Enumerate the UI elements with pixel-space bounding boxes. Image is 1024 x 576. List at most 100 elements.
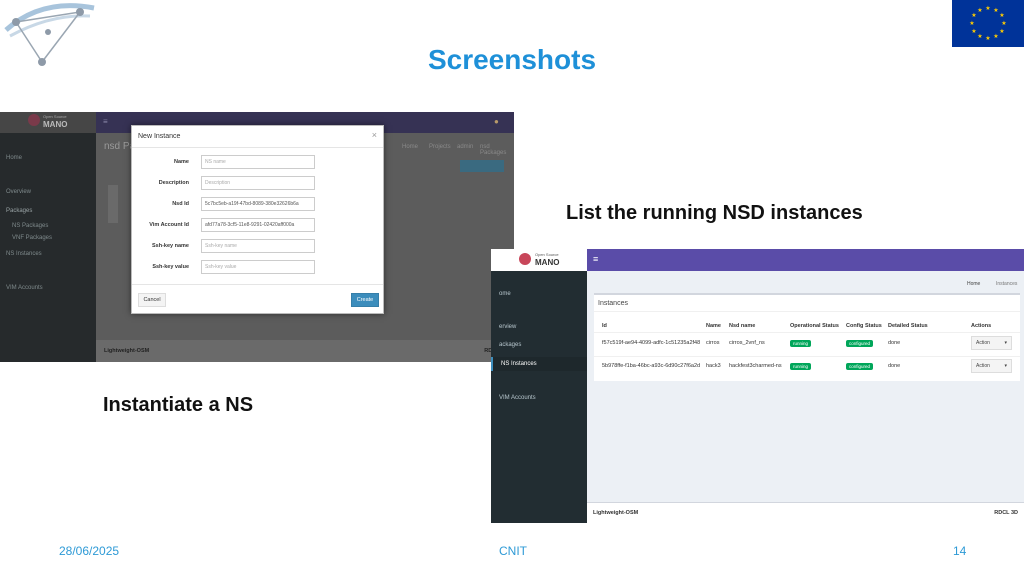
- brand-name: MANO: [535, 258, 560, 267]
- menu-toggle-icon[interactable]: ≡: [103, 117, 108, 126]
- form-row-nsd-id: Nsd Id: [132, 197, 383, 213]
- footer-label: Lightweight-OSM: [593, 510, 639, 516]
- sidebar-item-vim-accounts[interactable]: VIM Accounts: [6, 285, 43, 291]
- nsd-name: cirros_2vnf_ns: [729, 340, 765, 346]
- operational-status-badge: running: [790, 363, 812, 370]
- slide-title: Screenshots: [427, 44, 597, 75]
- breadcrumb-projects[interactable]: Projects: [429, 144, 451, 150]
- sidebar-item-ns-packages[interactable]: NS Packages: [12, 223, 48, 229]
- svg-text:★: ★: [999, 28, 1004, 35]
- box-title: Instances: [598, 300, 628, 307]
- column-header-config-status: Config Status: [846, 323, 882, 329]
- instance-name: hack3: [706, 363, 721, 369]
- ssh-key-value-input[interactable]: [201, 260, 315, 274]
- svg-text:★: ★: [971, 28, 976, 35]
- caret-down-icon: ▾: [1004, 340, 1007, 346]
- breadcrumb-home[interactable]: Home: [967, 281, 980, 287]
- menu-toggle-icon[interactable]: ≡: [593, 254, 598, 264]
- page-number: 14: [953, 544, 967, 558]
- nsd-name: hackfest3charmed-ns: [729, 363, 782, 369]
- svg-text:★: ★: [1001, 20, 1006, 27]
- form-row-vim-account-id: Vim Account Id: [132, 218, 383, 234]
- ns-name-input[interactable]: [201, 155, 315, 169]
- close-icon[interactable]: ×: [372, 130, 377, 140]
- modal-divider: [132, 147, 383, 148]
- osm-brand: Open Source MANO: [0, 112, 96, 133]
- svg-text:★: ★: [977, 7, 982, 14]
- svg-text:★: ★: [985, 5, 990, 12]
- table-fragment: [108, 185, 118, 223]
- footer-label: Lightweight-OSM: [104, 348, 150, 354]
- nsd-id-input[interactable]: [201, 197, 315, 211]
- create-button[interactable]: Create: [351, 293, 379, 307]
- detailed-status: done: [888, 363, 901, 369]
- detailed-status: done: [888, 340, 901, 346]
- action-label: Action: [976, 363, 990, 369]
- svg-text:★: ★: [977, 33, 982, 40]
- sidebar-item-label: NS Instances: [501, 361, 537, 367]
- open-source-mano-logo-icon: [28, 114, 40, 126]
- box-divider: [594, 311, 1020, 312]
- ssh-key-name-input[interactable]: [201, 239, 315, 253]
- brand-top-text: Open Source: [535, 252, 559, 257]
- footer-bar: Lightweight-OSM RDCL 3D: [587, 502, 1024, 523]
- column-header-operational-status: Operational Status: [790, 323, 839, 329]
- footer-organization: CNIT: [499, 544, 527, 558]
- sidebar-item-home[interactable]: Home: [6, 155, 22, 161]
- new-instance-screenshot: ≡ ● Open Source MANO Home Overview Packa…: [0, 112, 514, 362]
- action-dropdown-button[interactable]: Action ▾: [971, 359, 1012, 373]
- vim-account-id-input[interactable]: [201, 218, 315, 232]
- breadcrumb-home[interactable]: Home: [402, 144, 418, 150]
- open-source-mano-logo-icon: [519, 253, 531, 265]
- column-header-nsd-name: Nsd name: [729, 323, 756, 329]
- modal-title: New Instance: [138, 133, 181, 140]
- form-row-name: Name: [132, 155, 383, 171]
- eu-flag-icon: ★ ★ ★ ★ ★ ★ ★ ★ ★ ★ ★ ★: [952, 0, 1024, 47]
- sidebar-item-overview[interactable]: erview: [499, 324, 516, 330]
- sidebar-item-ns-instances[interactable]: NS Instances: [491, 357, 587, 371]
- sidebar-item-overview[interactable]: Overview: [6, 189, 31, 195]
- instances-screenshot: Open Source MANO ≡ ome erview ackages NS…: [491, 249, 1024, 523]
- form-row-ssh-key-value: Ssh-key value: [132, 260, 383, 276]
- svg-text:★: ★: [993, 33, 998, 40]
- instance-id: 5b978ffe-f1ba-46bc-a93c-6d90c27f6a2d: [602, 363, 701, 369]
- field-label: Nsd Id: [172, 201, 189, 207]
- osm-brand: Open Source MANO: [491, 249, 587, 271]
- add-package-button[interactable]: [460, 160, 504, 172]
- sidebar: ome erview ackages NS Instances VIM Acco…: [491, 271, 587, 523]
- svg-text:★: ★: [999, 12, 1004, 19]
- sidebar-item-packages[interactable]: Packages: [6, 208, 32, 214]
- breadcrumb-nsd-packages: nsd Packages: [480, 144, 507, 156]
- field-label: Description: [158, 180, 189, 186]
- sidebar-item-vnf-packages[interactable]: VNF Packages: [12, 235, 52, 241]
- field-label: Ssh-key value: [152, 264, 189, 270]
- sidebar-item-home[interactable]: ome: [499, 291, 511, 297]
- footer-date: 28/06/2025: [59, 544, 120, 558]
- column-header-name: Name: [706, 323, 721, 329]
- field-label: Name: [174, 159, 189, 165]
- top-navbar: ≡: [587, 249, 1024, 271]
- instances-box: Instances Id Name Nsd name Operational S…: [594, 293, 1020, 381]
- sidebar-item-packages[interactable]: ackages: [499, 342, 521, 348]
- cancel-button[interactable]: Cancel: [138, 293, 166, 307]
- description-input[interactable]: [201, 176, 315, 190]
- field-label: Ssh-key name: [152, 243, 189, 249]
- user-icon[interactable]: ●: [494, 117, 499, 126]
- svg-text:★: ★: [969, 20, 974, 27]
- sidebar-item-ns-instances[interactable]: NS Instances: [6, 251, 42, 257]
- sidebar-item-vim-accounts[interactable]: VIM Accounts: [499, 395, 536, 401]
- operational-status-badge: running: [790, 340, 812, 347]
- footer-right-label: RDCL 3D: [994, 510, 1018, 516]
- breadcrumb-admin[interactable]: admin: [457, 144, 473, 150]
- instance-name: cirros: [706, 340, 720, 346]
- new-instance-modal: New Instance × Name Description Nsd Id V…: [131, 125, 384, 314]
- footer-bar: Lightweight-OSM RDCL 3D: [96, 340, 514, 362]
- svg-text:★: ★: [993, 7, 998, 14]
- caret-down-icon: ▾: [1004, 363, 1007, 369]
- config-status-badge: configured: [846, 363, 874, 370]
- column-header-detailed-status: Detailed Status: [888, 323, 928, 329]
- brand-name: MANO: [43, 120, 68, 129]
- field-label: Vim Account Id: [149, 222, 189, 228]
- form-row-ssh-key-name: Ssh-key name: [132, 239, 383, 255]
- action-dropdown-button[interactable]: Action ▾: [971, 336, 1012, 350]
